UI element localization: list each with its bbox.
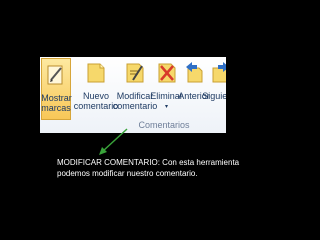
pointer-arrow-icon bbox=[99, 128, 128, 155]
delete-dropdown-caret[interactable]: ▾ bbox=[150, 102, 183, 112]
caption-line1: MODIFICAR COMENTARIO: Con esta herramien… bbox=[57, 158, 240, 167]
edit-comment-button[interactable]: Modificar comentario bbox=[113, 57, 157, 121]
show-markup-label-line2: marcas bbox=[41, 103, 71, 113]
note-pencil-icon bbox=[126, 62, 144, 84]
show-markup-label-line1: Mostrar bbox=[41, 93, 72, 103]
delete-comment-button[interactable]: Eliminar ▾ bbox=[150, 57, 183, 121]
previous-comment-button[interactable]: Anterior bbox=[178, 57, 210, 121]
review-ribbon: Mostrar marcas Nuevo comentario Modifica bbox=[40, 57, 226, 133]
new-comment-label-line1: Nuevo bbox=[82, 91, 109, 101]
next-label: Siguiente bbox=[202, 91, 226, 101]
note-icon bbox=[87, 62, 105, 84]
note-delete-icon bbox=[158, 62, 176, 84]
note-arrow-left-icon bbox=[185, 62, 203, 84]
show-markup-button[interactable]: Mostrar marcas bbox=[41, 58, 72, 120]
note-arrow-right-icon bbox=[212, 62, 226, 84]
new-comment-button[interactable]: Nuevo comentario bbox=[74, 57, 118, 121]
caption-text: MODIFICAR COMENTARIO: Con esta herramien… bbox=[57, 157, 267, 179]
new-comment-label-line2: comentario bbox=[73, 101, 119, 111]
caption-line2: podemos modificar nuestro comentario. bbox=[57, 169, 198, 178]
pen-markup-icon bbox=[47, 64, 65, 86]
next-comment-button[interactable]: Siguiente bbox=[202, 57, 226, 121]
